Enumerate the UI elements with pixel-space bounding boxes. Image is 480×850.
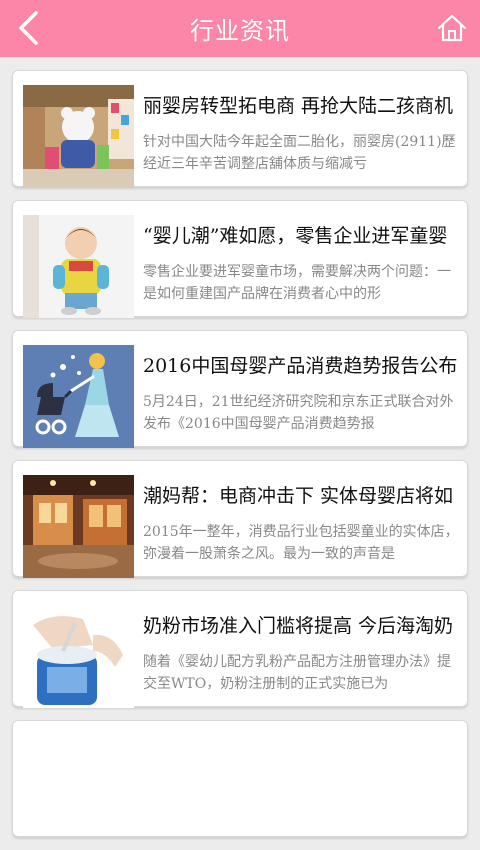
home-icon	[437, 14, 467, 42]
news-summary: 随着《婴幼儿配方乳粉产品配方注册管理办法》提交至WTO，奶粉注册制的正式实施已为	[143, 654, 451, 692]
home-button[interactable]	[432, 8, 472, 48]
news-title: 丽婴房转型拓电商 再抢大陆二孩商机	[143, 95, 454, 117]
news-thumbnail-mall	[23, 475, 134, 578]
chevron-left-icon	[19, 11, 38, 45]
news-title: “婴儿潮”难如愿，零售企业进军童婴	[143, 225, 448, 247]
news-thumbnail-milk-powder	[23, 605, 134, 708]
page-title: 行业资讯	[190, 17, 290, 45]
news-card[interactable]: 奶粉市场准入门槛将提高 今后海淘奶 随着《婴幼儿配方乳粉产品配方注册管理办法》提…	[12, 590, 468, 708]
news-card[interactable]: 丽婴房转型拓电商 再抢大陆二孩商机 针对中国大陆今年起全面二胎化，丽婴房(291…	[12, 70, 468, 188]
news-list: 丽婴房转型拓电商 再抢大陆二孩商机 针对中国大陆今年起全面二胎化，丽婴房(291…	[12, 70, 468, 850]
news-card[interactable]: 潮妈帮：电商冲击下 实体母婴店将如 2015年一整年，消费品行业包括婴童业的实体…	[12, 460, 468, 578]
news-summary: 5月24日，21世纪经济研究院和京东正式联合对外发布《2016中国母婴产品消费趋…	[143, 394, 454, 432]
news-card[interactable]	[12, 720, 468, 837]
news-thumbnail-baby	[23, 215, 134, 318]
app-header: 行业资讯	[0, 0, 480, 57]
news-thumbnail-store	[23, 85, 134, 188]
news-card[interactable]: “婴儿潮”难如愿，零售企业进军童婴 零售企业要进军婴童市场，需要解决两个问题：一…	[12, 200, 468, 318]
news-card[interactable]: 2016中国母婴产品消费趋势报告公布 5月24日，21世纪经济研究院和京东正式联…	[12, 330, 468, 448]
news-thumbnail-mother-stroller	[23, 345, 134, 448]
news-title: 潮妈帮：电商冲击下 实体母婴店将如	[143, 485, 454, 507]
news-title: 奶粉市场准入门槛将提高 今后海淘奶	[143, 615, 454, 637]
back-button[interactable]	[8, 6, 48, 50]
news-summary: 零售企业要进军婴童市场，需要解决两个问题：一是如何重建国产品牌在消费者心中的形	[143, 264, 451, 302]
news-title: 2016中国母婴产品消费趋势报告公布	[143, 355, 458, 377]
news-summary: 针对中国大陆今年起全面二胎化，丽婴房(2911)歷经近三年辛苦调整店舖体质与缩减…	[143, 134, 456, 172]
news-summary: 2015年一整年，消费品行业包括婴童业的实体店，弥漫着一股萧条之风。最为一致的声…	[143, 524, 459, 562]
